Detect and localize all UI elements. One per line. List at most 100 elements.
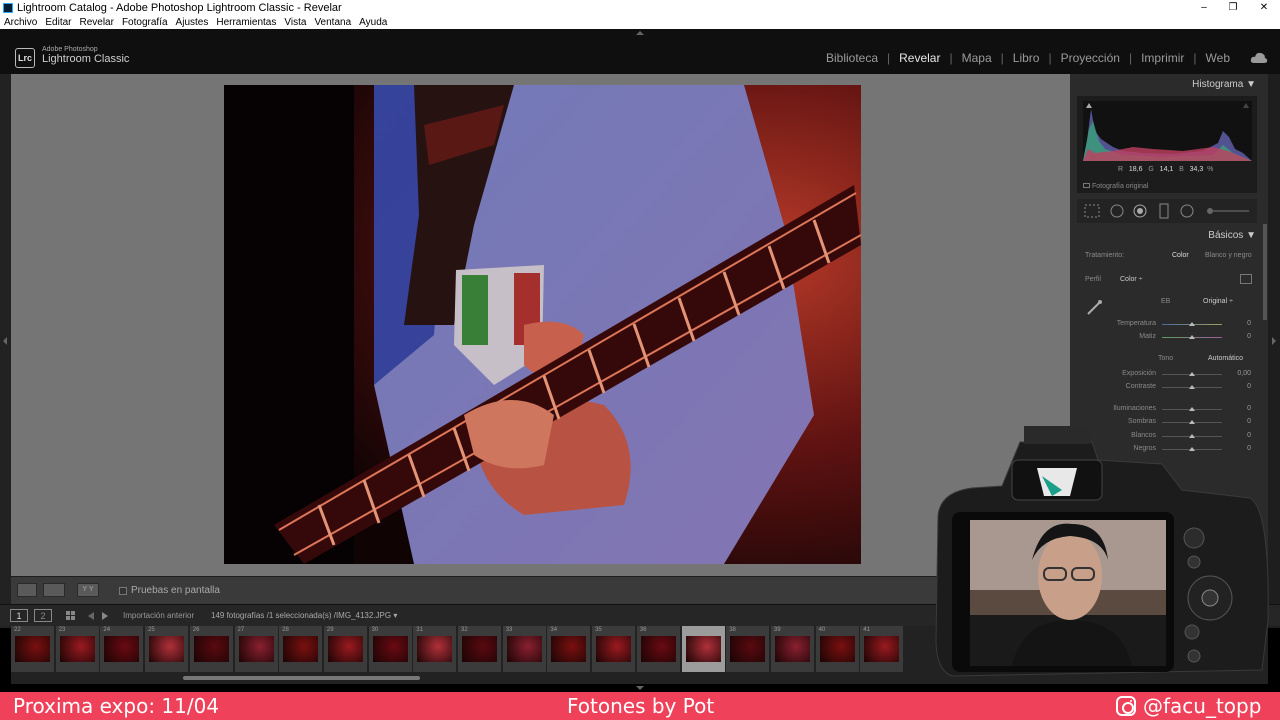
g-label: G [1148,166,1154,173]
yy-view-button[interactable]: Y Y [77,583,99,597]
wb-picker-icon[interactable] [1085,297,1105,317]
module-proyeccion[interactable]: Proyección [1061,51,1120,65]
filmstrip-thumbnail[interactable]: 33 [502,626,546,672]
filmstrip-thumbnail[interactable]: 23 [55,626,99,672]
basic-control-value[interactable]: 0 [1227,320,1251,327]
histogram-curve [1083,109,1252,161]
shadow-clip-icon[interactable] [1086,103,1092,108]
wb-dropdown[interactable]: Original ÷ [1203,298,1233,305]
filmstrip-thumbnail[interactable]: 37 [681,626,725,672]
histogram-title[interactable]: Histograma ▼ [1192,79,1256,90]
original-photo-label[interactable]: Fotografía original [1083,183,1148,190]
basic-control-value[interactable]: 0 [1227,333,1251,340]
basic-control-value[interactable]: 0 [1227,405,1251,412]
filmstrip-thumbnail[interactable]: 32 [458,626,501,672]
module-header: Lrc Adobe Photoshop Lightroom Classic Bi… [0,29,1280,74]
basic-control-slider[interactable] [1162,335,1222,339]
display-1-button[interactable]: 1 [10,609,28,622]
filmstrip-thumbnail[interactable]: 38 [726,626,770,672]
profile-browser-icon[interactable] [1240,274,1252,284]
module-mapa[interactable]: Mapa [962,51,992,65]
basic-control-value[interactable]: 0,00 [1227,370,1251,377]
menu-revelar[interactable]: Revelar [79,17,113,28]
auto-tone-button[interactable]: Automático [1208,355,1243,362]
filmstrip-thumbnail[interactable]: 39 [770,626,814,672]
filmstrip-thumbnail[interactable]: 22 [11,626,54,672]
filmstrip-thumbnail[interactable]: 25 [145,626,189,672]
filmstrip-thumbnail[interactable]: 35 [592,626,636,672]
menu-archivo[interactable]: Archivo [4,17,37,28]
basic-panel-title[interactable]: Básicos ▼ [1208,230,1256,241]
basic-control-slider[interactable] [1162,407,1222,411]
profile-dropdown[interactable]: Color ÷ [1120,276,1143,283]
basic-control-slider[interactable] [1162,372,1222,376]
menu-ventana[interactable]: Ventana [314,17,351,28]
original-photo-text: Fotografía original [1091,183,1149,190]
thumbnail-number: 31 [416,627,423,633]
module-revelar[interactable]: Revelar [899,51,940,65]
right-panel-scrollbar[interactable] [1263,224,1267,320]
filmstrip-scrollbar[interactable] [183,676,420,680]
menu-fotografia[interactable]: Fotografía [122,17,168,28]
minimize-button[interactable]: – [1190,0,1218,15]
filmstrip-count[interactable]: 149 fotografías /1 seleccionada(s) /IMG_… [211,611,397,620]
module-libro[interactable]: Libro [1013,51,1040,65]
basic-control-value[interactable]: 0 [1227,383,1251,390]
filmstrip-nav-icons[interactable] [66,610,114,622]
histogram-graph[interactable] [1083,101,1252,161]
webcam-overlay [932,420,1272,682]
menu-editar[interactable]: Editar [45,17,71,28]
close-button[interactable]: ✕ [1250,0,1278,15]
left-panel-toggle[interactable] [0,74,11,628]
filmstrip-thumbnail[interactable]: 29 [323,626,367,672]
menu-vista[interactable]: Vista [284,17,306,28]
treatment-bw-button[interactable]: Blanco y negro [1205,252,1252,259]
filmstrip-thumbnail[interactable]: 26 [189,626,233,672]
module-web[interactable]: Web [1206,51,1230,65]
module-imprimir[interactable]: Imprimir [1141,51,1184,65]
filmstrip-thumbnail[interactable]: 40 [815,626,859,672]
filmstrip-thumbnail[interactable]: 41 [860,626,904,672]
slider-knob[interactable] [1189,322,1195,326]
basic-control-slider[interactable] [1162,385,1222,389]
loupe-view-button[interactable] [17,583,37,597]
highlight-clip-icon[interactable] [1243,103,1249,108]
thumbnail-image [104,636,140,662]
menu-herramientas[interactable]: Herramientas [216,17,276,28]
restore-button[interactable]: ❐ [1219,0,1247,15]
slider-knob[interactable] [1189,335,1195,339]
filmstrip-thumbnail[interactable]: 24 [100,626,144,672]
thumbnail-image [596,636,632,662]
filmstrip-thumbnail[interactable]: 34 [547,626,591,672]
module-biblioteca[interactable]: Biblioteca [826,51,878,65]
slider-knob[interactable] [1189,385,1195,389]
top-panel-toggle[interactable] [636,31,644,35]
filmstrip-thumbnail[interactable]: 31 [413,626,457,672]
filmstrip-thumbnail[interactable]: 30 [368,626,412,672]
guitarist-photo [224,85,861,564]
soft-proof-checkbox[interactable] [119,587,127,595]
brand-lightroom: Lightroom Classic [42,53,130,65]
treatment-color-button[interactable]: Color [1172,252,1189,259]
display-2-button[interactable]: 2 [34,609,52,622]
thumbnail-number: 27 [237,627,245,633]
photo-preview[interactable] [224,85,861,564]
bottom-panel-toggle[interactable] [636,686,644,690]
basic-control-slider[interactable] [1162,322,1222,326]
slider-knob[interactable] [1189,372,1195,376]
filmstrip-source[interactable]: Importación anterior [123,611,194,620]
slider-knob[interactable] [1189,407,1195,411]
original-photo-checkbox[interactable] [1083,183,1090,188]
menu-ajustes[interactable]: Ajustes [176,17,209,28]
cloud-sync-icon[interactable] [1250,51,1268,65]
thumbnail-image [774,636,810,662]
filmstrip-thumbnail[interactable]: 28 [279,626,323,672]
menu-ayuda[interactable]: Ayuda [359,17,387,28]
module-separator: | [1000,51,1004,65]
thumbnail-number: 32 [461,627,468,633]
g-value: 14,1 [1159,166,1174,173]
before-after-button[interactable] [43,583,65,597]
filmstrip-thumbnail[interactable]: 36 [636,626,680,672]
thumbnail-number: 22 [14,627,21,633]
filmstrip-thumbnail[interactable]: 27 [234,626,278,672]
